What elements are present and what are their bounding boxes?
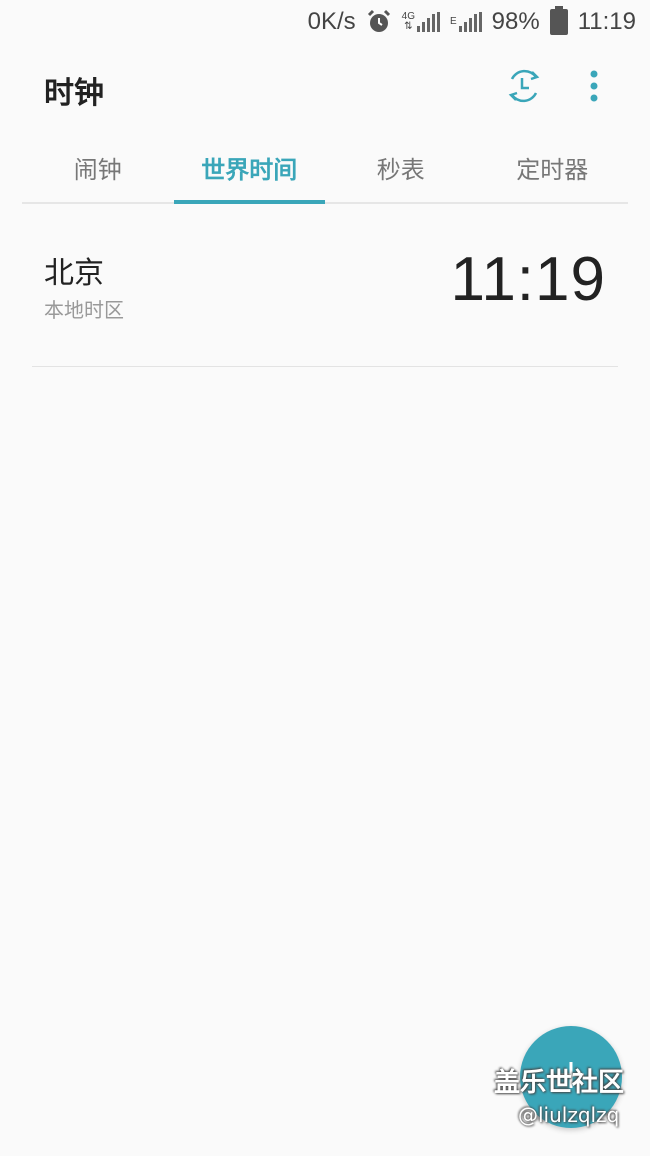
city-timezone-label: 本地时区	[44, 298, 124, 322]
city-time: 11:19	[450, 245, 606, 314]
watermark: 盖乐世社区 @liulzqlzq	[494, 1066, 644, 1130]
city-name: 北京	[44, 256, 104, 291]
signal-e-icon: E	[450, 12, 482, 32]
clock-sync-icon	[504, 66, 544, 110]
watermark-line2: @liulzqlzq	[518, 1103, 620, 1127]
tab-timer[interactable]: 定时器	[477, 132, 629, 202]
time-sync-button[interactable]	[498, 62, 550, 114]
battery-charging-icon	[549, 6, 568, 35]
more-options-button[interactable]	[568, 62, 620, 114]
network-e-label: E	[450, 16, 457, 27]
list-item[interactable]: 北京 本地时区 11:19	[32, 216, 618, 367]
tab-bar: 闹钟 世界时间 秒表 定时器	[22, 132, 628, 204]
status-bar: 0K/s 4G ⇅ E 98% 11:19	[0, 0, 650, 44]
network-speed: 0K/s	[307, 8, 356, 35]
alarm-clock-icon	[366, 9, 392, 35]
app-title: 时钟	[44, 76, 104, 111]
tab-alarm[interactable]: 闹钟	[22, 132, 174, 202]
battery-percent: 98%	[491, 8, 540, 35]
tab-stopwatch[interactable]: 秒表	[325, 132, 477, 202]
status-time: 11:19	[577, 8, 636, 35]
clock-app-screen: 0K/s 4G ⇅ E 98% 11:19 时钟 闹钟 世界时间 秒表 定时器 …	[0, 0, 650, 1156]
watermark-line1: 盖乐世社区	[494, 1068, 625, 1098]
tab-world-clock[interactable]: 世界时间	[173, 132, 326, 204]
app-bar: 时钟	[0, 54, 650, 124]
signal-4g-icon: 4G ⇅	[402, 12, 440, 32]
more-vertical-icon	[589, 69, 599, 107]
